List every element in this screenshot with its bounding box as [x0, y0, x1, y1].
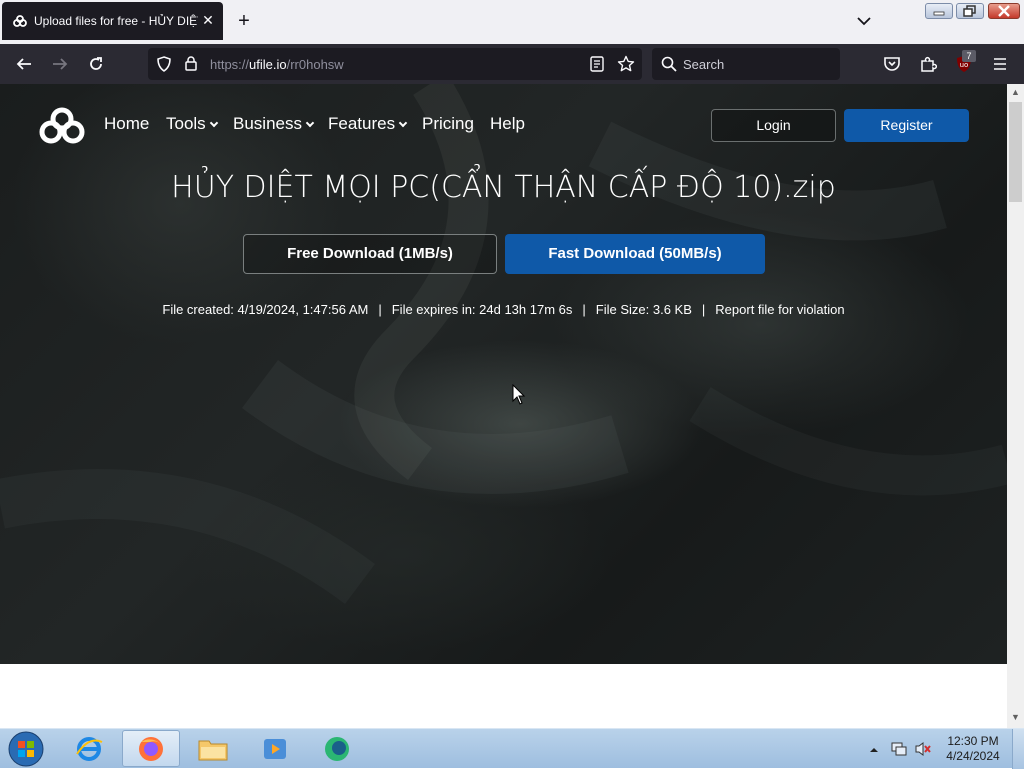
show-desktop-button[interactable]: [1012, 729, 1024, 769]
active-tab[interactable]: Upload files for free - HỦY DIỆT MỌI PC(…: [2, 2, 223, 40]
separator: |: [582, 302, 586, 317]
windows-taskbar: 12:30 PM 4/24/2024: [0, 728, 1024, 769]
nav-pricing[interactable]: Pricing: [422, 114, 474, 134]
file-explorer-taskbar-icon[interactable]: [184, 730, 242, 767]
nav-home[interactable]: Home: [104, 114, 149, 134]
separator: |: [378, 302, 382, 317]
free-download-button[interactable]: Free Download (1MB/s): [243, 234, 497, 274]
reload-icon[interactable]: [86, 54, 106, 74]
file-size: File Size: 3.6 KB: [595, 302, 692, 317]
nav-help[interactable]: Help: [490, 114, 525, 134]
ufile-favicon-icon: [12, 13, 28, 29]
scrollbar-thumb[interactable]: [1009, 102, 1022, 202]
mouse-cursor-icon: [512, 383, 526, 406]
back-icon[interactable]: [14, 54, 34, 74]
bookmark-star-icon[interactable]: [617, 55, 635, 78]
window-restore-button[interactable]: [956, 3, 984, 19]
nav-features[interactable]: Features: [328, 114, 408, 134]
window-close-button[interactable]: [988, 3, 1020, 19]
nav-business[interactable]: Business: [233, 114, 315, 134]
network-icon[interactable]: [890, 741, 907, 757]
forward-icon[interactable]: [50, 54, 70, 74]
file-name-heading: HỦY DIỆT MỌI PC(CẨN THẬN CẤP ĐỘ 10).zip: [171, 170, 836, 205]
tab-title: Upload files for free - HỦY DIỆT MỌI PC(…: [34, 14, 198, 28]
media-player-taskbar-icon[interactable]: [246, 730, 304, 767]
nav-tools[interactable]: Tools: [166, 114, 218, 134]
chevron-down-icon: [209, 118, 218, 128]
show-hidden-icons-arrow[interactable]: [868, 743, 884, 759]
chevron-down-icon: [305, 118, 315, 128]
chevron-down-icon: [398, 118, 408, 128]
tracking-protection-shield-icon[interactable]: [156, 56, 172, 77]
page-content: Home Tools Business Features Pricing Hel…: [0, 84, 1007, 728]
clock-date: 4/24/2024: [946, 749, 1000, 763]
window-minimize-button[interactable]: [925, 3, 953, 19]
close-tab-icon[interactable]: ✕: [201, 13, 215, 27]
pocket-icon[interactable]: [882, 54, 902, 74]
scroll-up-arrow-icon[interactable]: ▲: [1010, 87, 1021, 98]
tab-strip: Upload files for free - HỦY DIỆT MỌI PC(…: [0, 0, 1024, 44]
search-bar[interactable]: Search: [652, 48, 840, 80]
volume-muted-icon[interactable]: [914, 741, 931, 757]
login-button[interactable]: Login: [711, 109, 836, 142]
search-input[interactable]: Search: [683, 57, 724, 72]
file-created: File created: 4/19/2024, 1:47:56 AM: [162, 302, 369, 317]
firefox-taskbar-icon[interactable]: [122, 730, 180, 767]
extensions-puzzle-icon[interactable]: [918, 54, 938, 74]
report-file-link[interactable]: Report file for violation: [715, 302, 844, 317]
search-icon: [661, 56, 677, 77]
system-clock[interactable]: 12:30 PM 4/24/2024: [936, 734, 1010, 764]
extension-badge-count: 7: [962, 50, 976, 62]
ufile-logo[interactable]: [38, 106, 86, 146]
list-all-tabs-button[interactable]: [855, 12, 873, 30]
svg-text:uo: uo: [960, 61, 969, 69]
start-button[interactable]: [6, 730, 46, 768]
clock-time: 12:30 PM: [947, 734, 999, 748]
scroll-down-arrow-icon[interactable]: ▼: [1010, 712, 1021, 723]
fast-download-button[interactable]: Fast Download (50MB/s): [505, 234, 765, 274]
hero-section: Home Tools Business Features Pricing Hel…: [0, 84, 1007, 664]
chat-app-taskbar-icon[interactable]: [308, 730, 366, 767]
navigation-toolbar: https://ufile.io/rr0hohsw Search uo: [0, 44, 1024, 84]
reader-view-icon[interactable]: [590, 56, 604, 77]
new-tab-button[interactable]: +: [234, 11, 254, 32]
lock-icon[interactable]: [184, 55, 198, 77]
page-scrollbar[interactable]: ▲ ▼: [1007, 84, 1024, 728]
file-expires: File expires in: 24d 13h 17m 6s: [391, 302, 573, 317]
menu-hamburger-icon[interactable]: [990, 54, 1010, 74]
separator: |: [701, 302, 706, 317]
url-text[interactable]: https://ufile.io/rr0hohsw: [210, 57, 344, 72]
file-info-row: File created: 4/19/2024, 1:47:56 AM | File…: [0, 302, 1007, 317]
internet-explorer-taskbar-icon[interactable]: [60, 730, 118, 767]
register-button[interactable]: Register: [844, 109, 969, 142]
url-bar[interactable]: https://ufile.io/rr0hohsw: [148, 48, 642, 80]
